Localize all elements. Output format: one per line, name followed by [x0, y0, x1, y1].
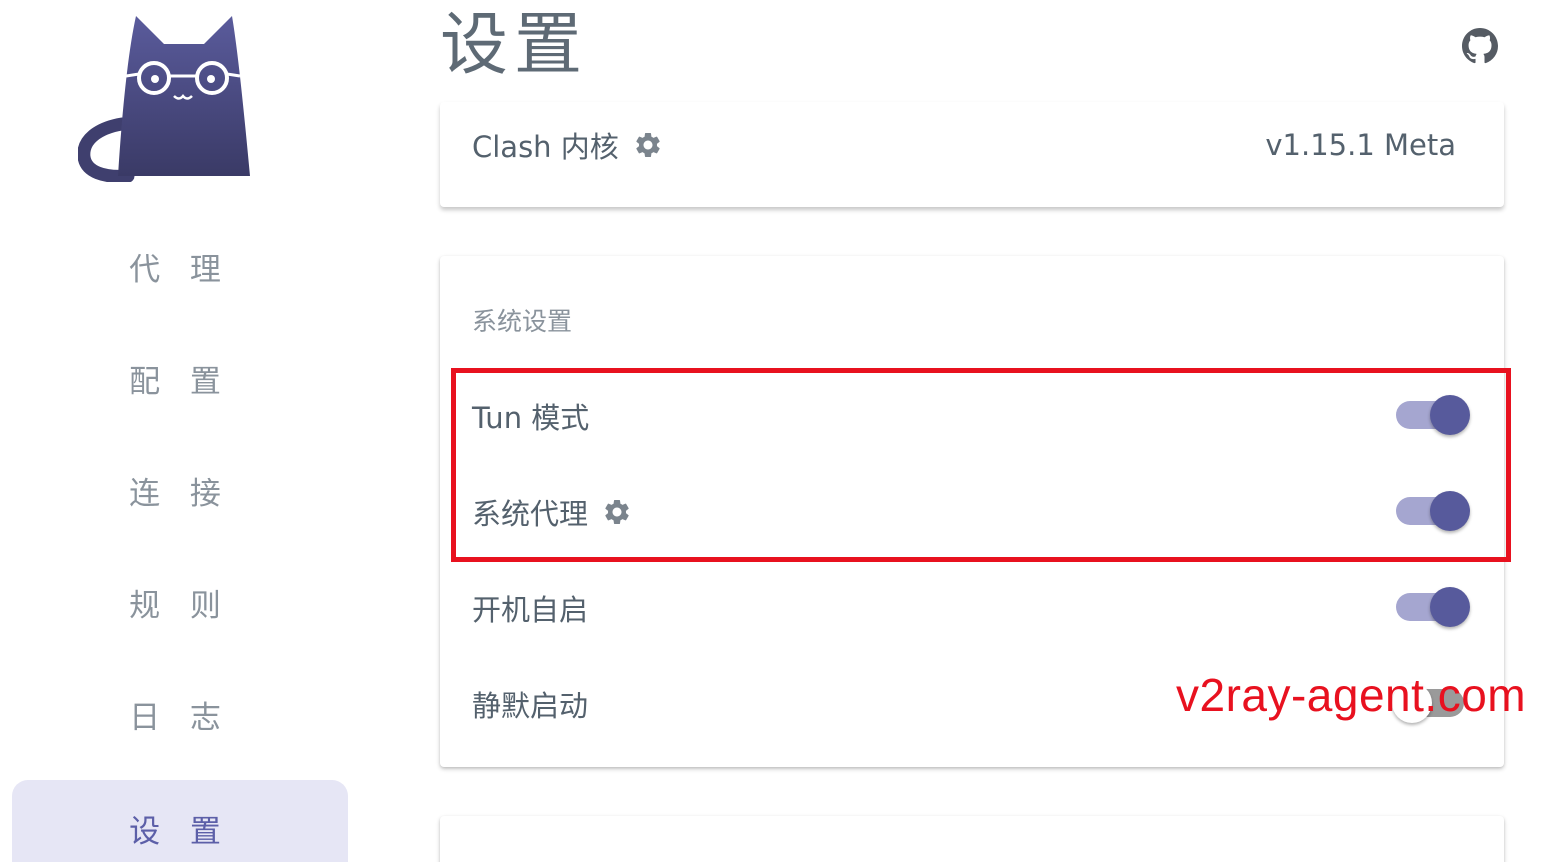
app-window: 代 理 配 置 连 接 规 则 日 志 设 置 设置 Clash 内核 v1.1…: [0, 0, 1554, 862]
clash-core-label: Clash 内核: [472, 130, 619, 164]
sidebar-item-settings[interactable]: 设 置: [12, 780, 348, 862]
clash-core-row: Clash 内核 v1.15.1 Meta: [472, 124, 1472, 166]
sidebar-item-profiles[interactable]: 配 置: [12, 338, 348, 418]
clash-core-version: v1.15.1 Meta: [1265, 128, 1456, 162]
page-title: 设置: [440, 6, 589, 85]
sidebar: 代 理 配 置 连 接 规 则 日 志 设 置: [0, 0, 360, 862]
tun-mode-switch[interactable]: [1396, 395, 1472, 437]
switch-thumb: [1430, 587, 1470, 627]
auto-launch-switch[interactable]: [1396, 587, 1472, 629]
system-proxy-switch[interactable]: [1396, 491, 1472, 533]
cat-logo: [78, 16, 250, 182]
silent-start-label: 静默启动: [472, 689, 589, 723]
system-proxy-label-group: 系统代理: [472, 491, 632, 533]
system-proxy-label: 系统代理: [472, 497, 589, 531]
auto-launch-row: 开机自启: [472, 586, 1472, 630]
clash-core-label-group: Clash 内核: [472, 124, 663, 166]
next-settings-card: [440, 816, 1504, 862]
auto-launch-label: 开机自启: [472, 593, 589, 627]
sidebar-item-rules[interactable]: 规 则: [12, 562, 348, 642]
switch-thumb: [1430, 395, 1470, 435]
tun-mode-label: Tun 模式: [472, 401, 590, 435]
switch-thumb: [1430, 491, 1470, 531]
sidebar-item-connections[interactable]: 连 接: [12, 450, 348, 530]
sidebar-item-proxy[interactable]: 代 理: [12, 226, 348, 306]
silent-start-label-group: 静默启动: [472, 683, 588, 725]
auto-launch-label-group: 开机自启: [472, 587, 588, 629]
gear-icon[interactable]: [633, 130, 663, 160]
watermark-text: v2ray-agent.com: [1176, 669, 1527, 721]
gear-icon[interactable]: [602, 497, 632, 527]
clash-core-card: Clash 内核 v1.15.1 Meta: [440, 102, 1504, 207]
github-icon[interactable]: [1462, 28, 1498, 64]
section-title: 系统设置: [472, 307, 573, 336]
system-proxy-row: 系统代理: [472, 490, 1472, 534]
tun-mode-label-group: Tun 模式: [472, 395, 589, 437]
tun-mode-row: Tun 模式: [472, 394, 1472, 438]
sidebar-item-logs[interactable]: 日 志: [12, 674, 348, 754]
